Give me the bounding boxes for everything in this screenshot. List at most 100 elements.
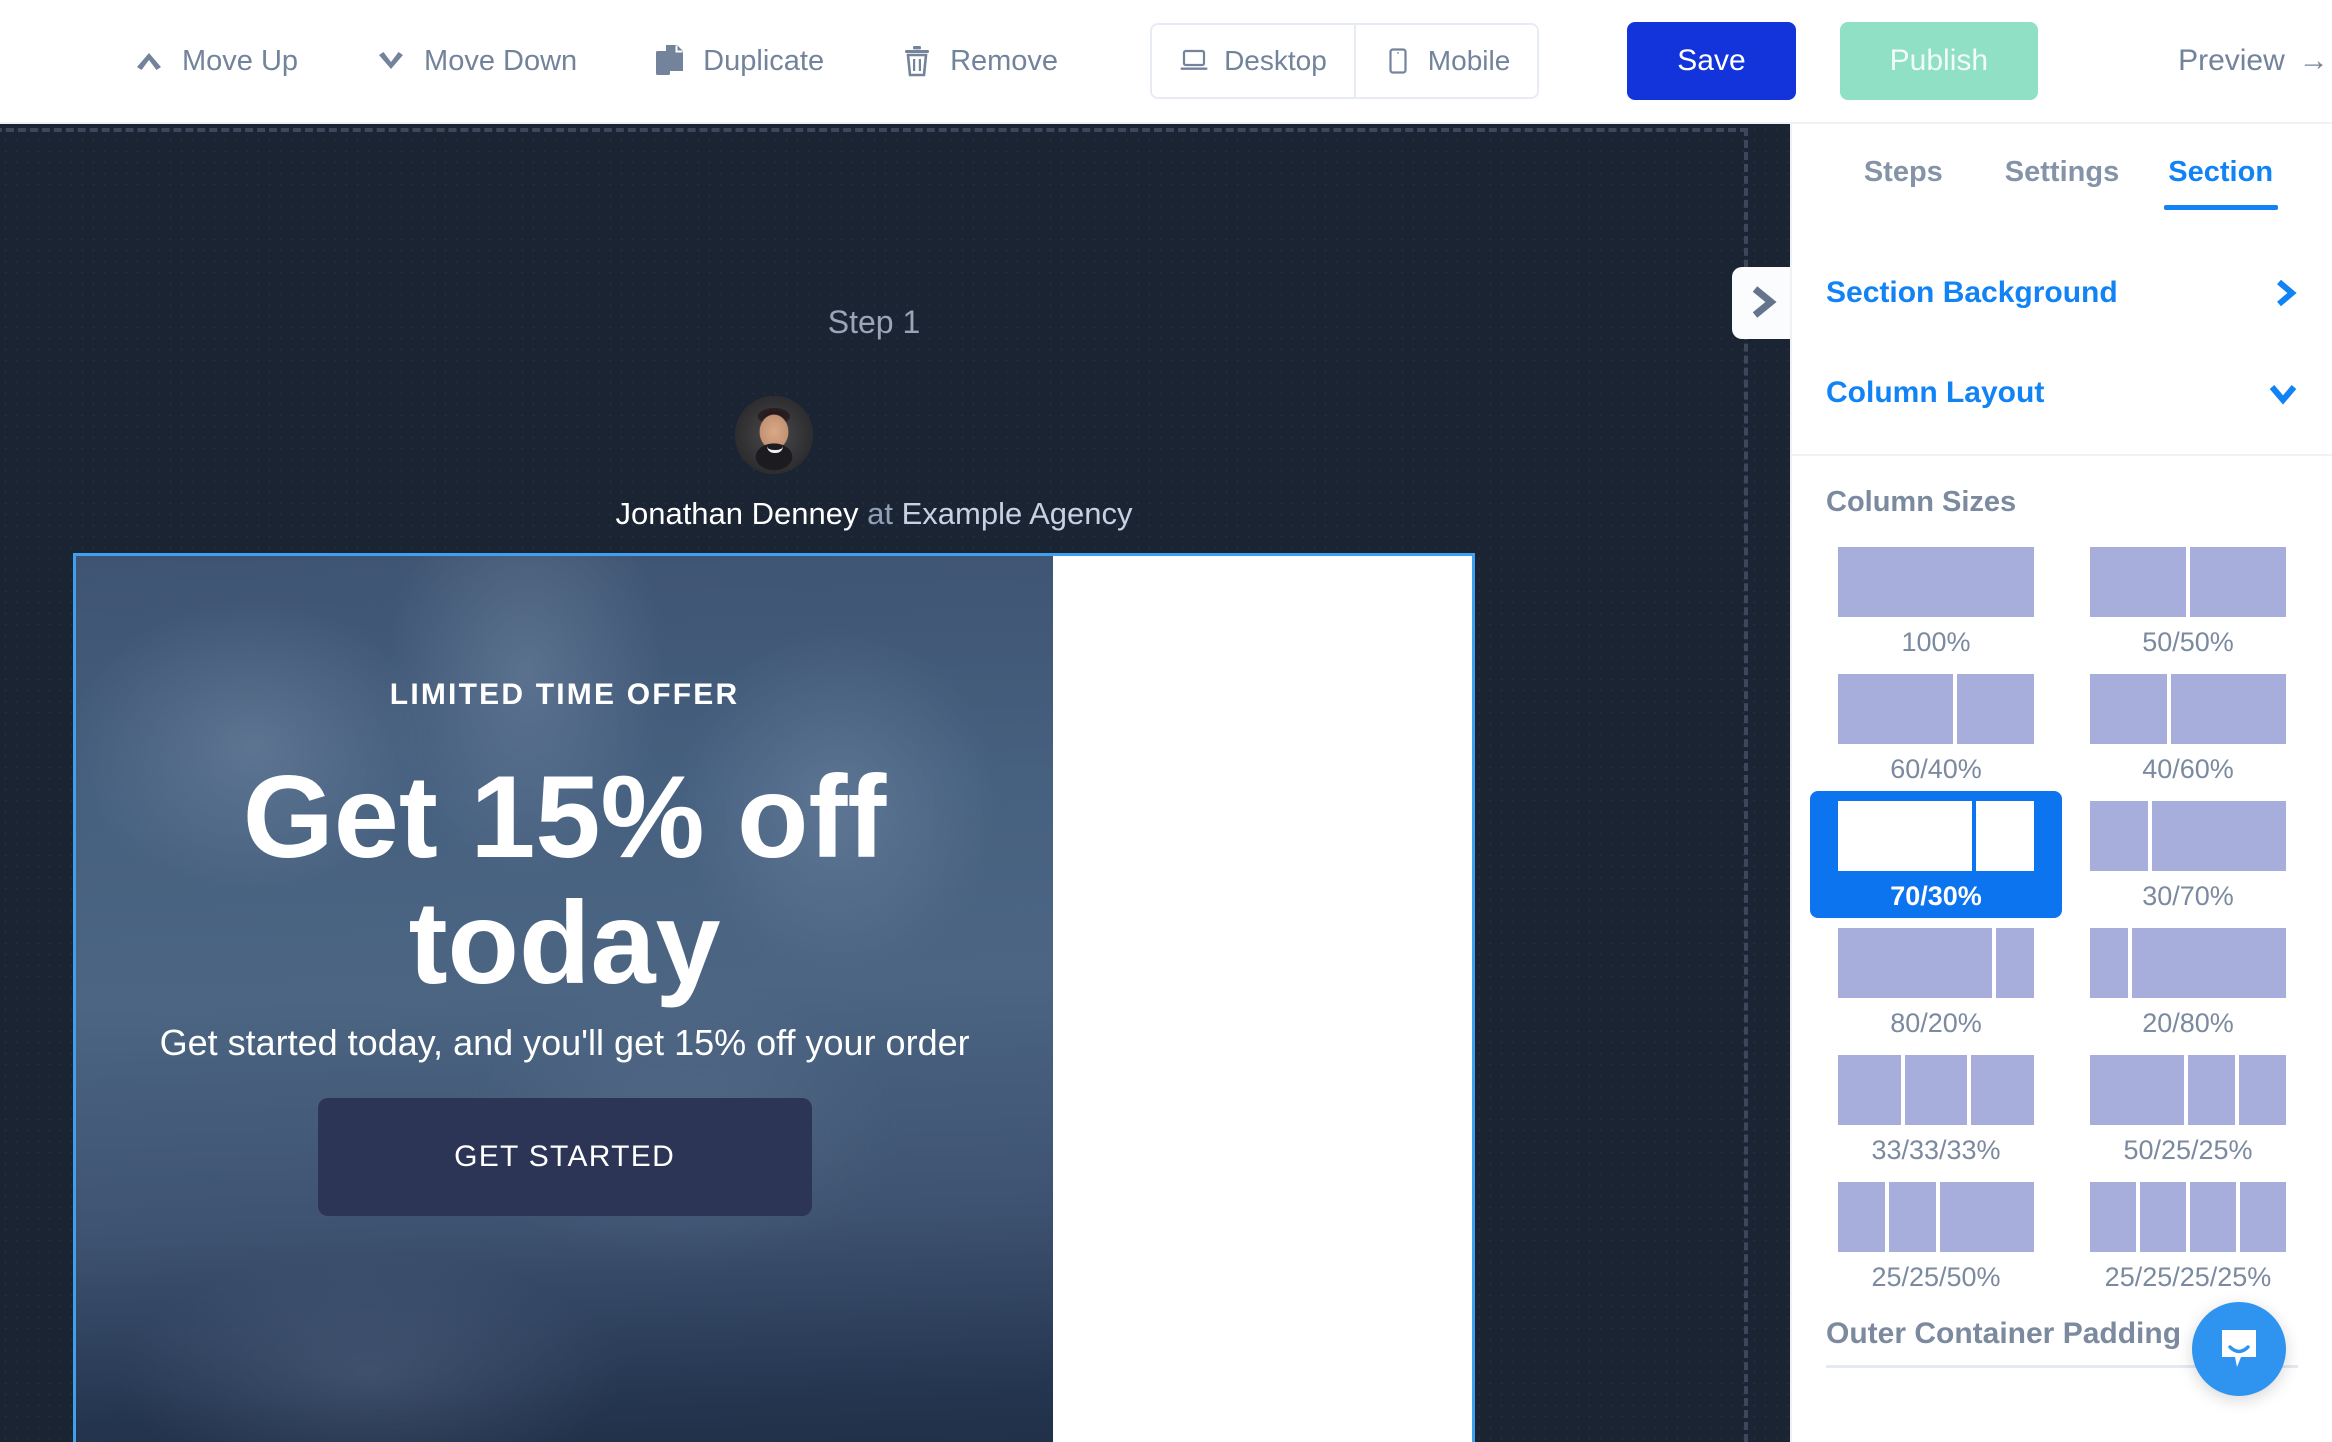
- column-size-preview: [2090, 928, 2286, 998]
- duplicate-button[interactable]: Duplicate: [655, 45, 824, 77]
- accordion-section-background[interactable]: Section Background: [1792, 254, 2332, 332]
- column-size-option[interactable]: 33/33/33%: [1810, 1045, 2062, 1172]
- device-toggle-desktop-label: Desktop: [1224, 45, 1327, 76]
- column-size-caption: 40/60%: [2142, 754, 2234, 784]
- move-up-label: Move Up: [182, 44, 299, 77]
- column-size-caption: 60/40%: [1890, 754, 1982, 784]
- laptop-icon: [1179, 45, 1209, 77]
- column-size-preview: [1838, 801, 2034, 871]
- arrow-right-icon: →: [2298, 44, 2329, 77]
- chat-bubble-button[interactable]: [2192, 1302, 2286, 1396]
- phone-icon: [1383, 45, 1413, 77]
- column-block: [2170, 674, 2286, 744]
- column-size-caption: 50/50%: [2142, 627, 2234, 657]
- column-size-option[interactable]: 25/25/25/25%: [2062, 1172, 2314, 1299]
- column-block: [1976, 801, 2034, 871]
- chevron-down-icon: [2268, 380, 2298, 406]
- device-toggle-mobile[interactable]: Mobile: [1353, 25, 1538, 97]
- sidebar-tabs: Steps Settings Section: [1792, 124, 2332, 220]
- column-block: [1940, 1182, 2034, 1252]
- column-size-preview: [2090, 674, 2286, 744]
- column-size-preview: [1838, 1182, 2034, 1252]
- column-size-caption: 20/80%: [2142, 1008, 2234, 1038]
- column-size-preview: [1838, 1055, 2035, 1125]
- chevron-right-icon: [2272, 278, 2298, 308]
- column-size-option[interactable]: 60/40%: [1810, 664, 2062, 791]
- column-block: [2188, 1055, 2235, 1125]
- column-sizes-grid: 100% 50/50% 60/40% 40/60% 70/30% 30/70% 80/20%…: [1792, 531, 2332, 1299]
- offer-headline: Get 15% off today: [242, 751, 887, 1009]
- column-size-option[interactable]: 50/50%: [2062, 537, 2314, 664]
- chevron-up-icon: [134, 45, 164, 77]
- column-block: [1838, 1182, 1885, 1252]
- move-up-button[interactable]: Move Up: [134, 45, 298, 77]
- collapse-panel-button[interactable]: [1732, 267, 1790, 339]
- column-block: [1838, 1055, 1901, 1125]
- offer-eyebrow: LIMITED TIME OFFER: [389, 678, 740, 711]
- column-block: [2090, 674, 2167, 744]
- column-block: [2190, 547, 2286, 617]
- tab-section[interactable]: Section: [2141, 124, 2300, 220]
- column-block: [1838, 801, 1973, 871]
- column-size-option[interactable]: 50/25/25%: [2062, 1045, 2314, 1172]
- column-size-caption: 50/25/25%: [2123, 1135, 2253, 1165]
- remove-button[interactable]: Remove: [902, 45, 1058, 77]
- column-block: [2090, 1182, 2136, 1252]
- section-column-left[interactable]: LIMITED TIME OFFER Get 15% off today Get…: [76, 556, 1054, 1442]
- column-size-option[interactable]: 70/30%: [1810, 791, 2062, 918]
- column-block: [2140, 1182, 2186, 1252]
- column-sizes-title: Column Sizes: [1826, 486, 2017, 518]
- column-block: [1889, 1182, 1936, 1252]
- get-started-button[interactable]: GET STARTED: [317, 1098, 812, 1216]
- column-block: [2090, 928, 2129, 998]
- column-block: [1838, 547, 2034, 617]
- column-size-option[interactable]: 20/80%: [2062, 918, 2314, 1045]
- accordion-column-layout-label: Column Layout: [1826, 376, 2045, 409]
- column-size-preview: [1838, 674, 2034, 744]
- chevron-down-icon: [376, 45, 406, 77]
- duplicate-icon: [655, 45, 685, 77]
- column-size-caption: 25/25/25/25%: [2104, 1262, 2272, 1292]
- column-block: [2239, 1055, 2286, 1125]
- tab-settings[interactable]: Settings: [1983, 124, 2142, 220]
- column-size-caption: 70/30%: [1890, 881, 1982, 911]
- preview-link[interactable]: Preview →: [2178, 44, 2329, 78]
- device-toggle-mobile-label: Mobile: [1427, 45, 1511, 76]
- column-size-caption: 30/70%: [2142, 881, 2234, 911]
- column-block: [1957, 674, 2034, 744]
- move-down-button[interactable]: Move Down: [376, 45, 577, 77]
- device-toggle-desktop[interactable]: Desktop: [1152, 25, 1354, 97]
- column-block: [1995, 928, 2034, 998]
- top-toolbar: Move Up Move Down Duplicate Remove Deskt…: [0, 0, 2332, 124]
- byline-company: Example Agency: [901, 496, 1133, 531]
- column-size-preview: [2090, 547, 2286, 617]
- column-size-caption: 25/25/50%: [1871, 1262, 2001, 1292]
- selected-section[interactable]: LIMITED TIME OFFER Get 15% off today Get…: [73, 553, 1475, 1442]
- avatar: [735, 396, 813, 474]
- column-size-preview: [1838, 547, 2034, 617]
- column-size-option[interactable]: 80/20%: [1810, 918, 2062, 1045]
- column-size-caption: 100%: [1901, 627, 1971, 657]
- editor-canvas[interactable]: Step 1 Jonathan Denney at Example Agency…: [0, 124, 1790, 1442]
- column-size-preview: [2090, 1055, 2286, 1125]
- column-size-option[interactable]: 30/70%: [2062, 791, 2314, 918]
- device-toggle-group: Desktop Mobile: [1150, 23, 1540, 99]
- accordion-column-layout[interactable]: Column Layout: [1792, 354, 2332, 432]
- byline-connector: at: [867, 496, 893, 531]
- publish-button[interactable]: Publish: [1839, 22, 2039, 100]
- avatar-face: [735, 396, 813, 474]
- column-size-option[interactable]: 40/60%: [2062, 664, 2314, 791]
- tab-steps[interactable]: Steps: [1824, 124, 1983, 220]
- column-block: [2090, 547, 2186, 617]
- column-block: [1904, 1055, 1968, 1125]
- save-button[interactable]: Save: [1627, 22, 1796, 100]
- column-size-preview: [1838, 928, 2034, 998]
- byline: Jonathan Denney at Example Agency: [0, 496, 1748, 532]
- column-size-option[interactable]: 100%: [1810, 537, 2062, 664]
- column-size-option[interactable]: 25/25/50%: [1810, 1172, 2062, 1299]
- byline-name: Jonathan Denney: [615, 496, 859, 531]
- chat-bubble-icon: [2213, 1321, 2265, 1378]
- move-down-label: Move Down: [424, 44, 578, 77]
- section-column-right[interactable]: [1053, 556, 1472, 1442]
- column-block: [2190, 1182, 2236, 1252]
